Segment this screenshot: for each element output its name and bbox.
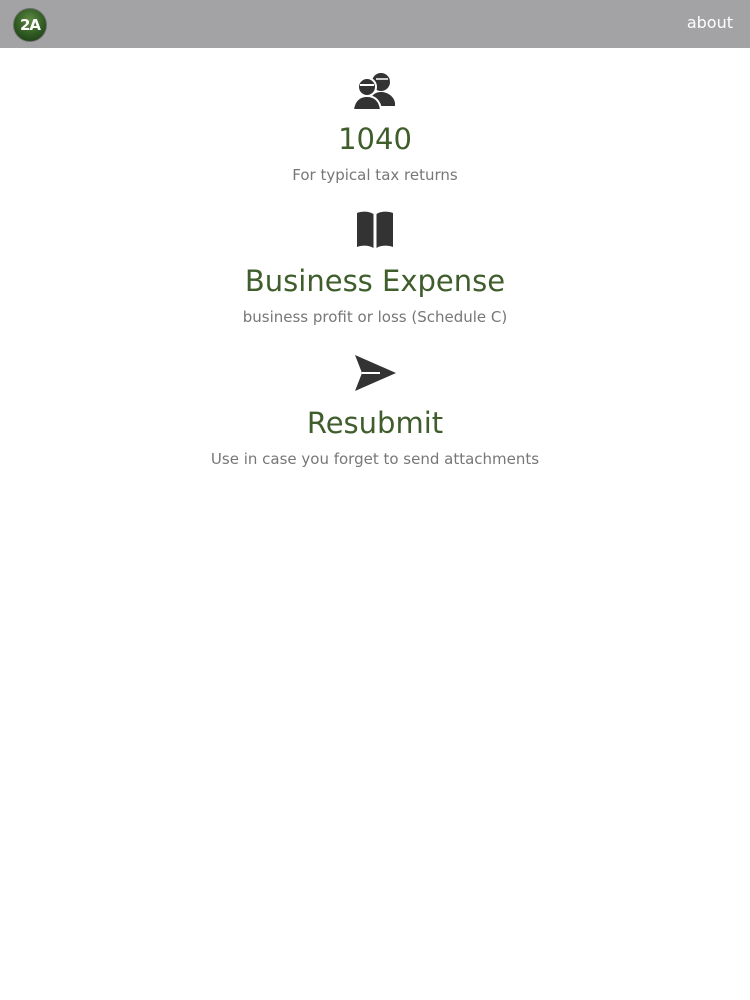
- option-description: business profit or loss (Schedule C): [242, 308, 508, 326]
- logo[interactable]: 2A: [13, 8, 47, 42]
- top-nav-bar: 2A about: [0, 0, 750, 48]
- option-description: For typical tax returns: [292, 166, 458, 184]
- option-title: Resubmit: [306, 406, 444, 440]
- option-title: 1040: [338, 122, 412, 156]
- option-resubmit[interactable]: Resubmit Use in case you forget to send …: [0, 352, 750, 472]
- book-icon: [357, 211, 393, 248]
- send-icon: [355, 355, 396, 391]
- option-business-expense[interactable]: Business Expense business profit or loss…: [0, 210, 750, 330]
- about-link[interactable]: about: [687, 13, 733, 33]
- option-1040[interactable]: 1040 For typical tax returns: [0, 68, 750, 188]
- option-title: Business Expense: [244, 264, 506, 298]
- users-icon: [351, 73, 395, 111]
- option-description: Use in case you forget to send attachmen…: [210, 450, 540, 468]
- logo-text: 2A: [19, 16, 41, 34]
